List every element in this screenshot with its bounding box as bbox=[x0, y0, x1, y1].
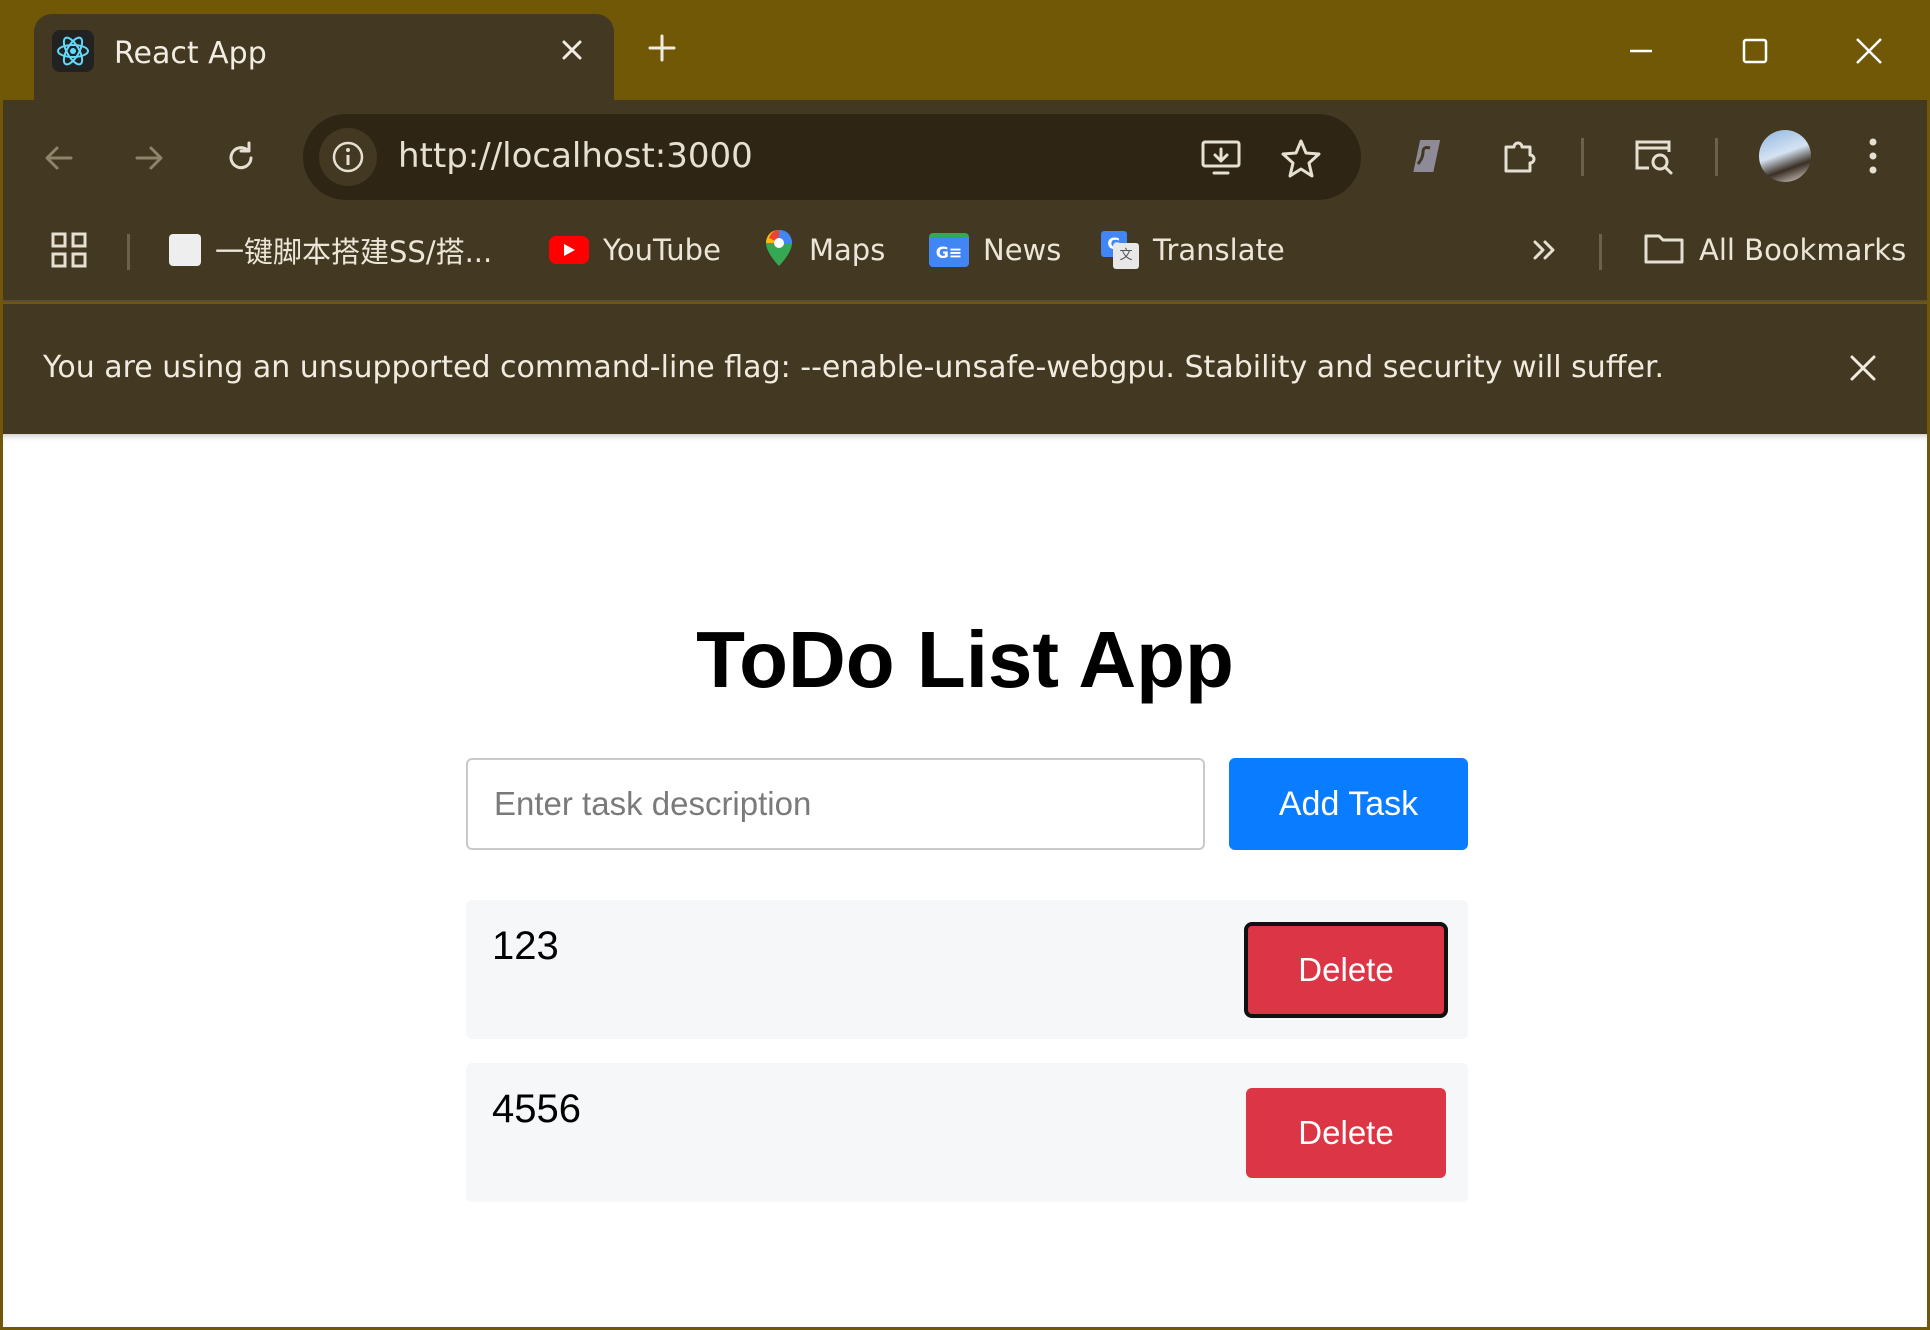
bookmarks-bar: 一键脚本搭建SS/搭... YouTube Maps G≡ News 文 Tra… bbox=[3, 220, 1927, 280]
bookmark-item-script[interactable]: 一键脚本搭建SS/搭... bbox=[169, 220, 492, 280]
youtube-icon bbox=[549, 236, 589, 264]
bookmark-label: Translate bbox=[1153, 233, 1285, 267]
bookmark-label: Maps bbox=[809, 233, 886, 267]
translate-icon: G 文 bbox=[1101, 231, 1139, 269]
url-text[interactable]: http://localhost:3000 bbox=[398, 136, 753, 176]
window-close-icon[interactable] bbox=[1844, 26, 1894, 76]
all-bookmarks[interactable]: All Bookmarks bbox=[1643, 220, 1906, 280]
news-icon: G≡ bbox=[929, 233, 969, 267]
task-text: 4556 bbox=[492, 1087, 581, 1131]
toolbar-divider bbox=[1715, 138, 1718, 176]
profile-avatar[interactable] bbox=[1759, 130, 1811, 182]
task-description-input[interactable] bbox=[466, 758, 1205, 850]
browser-window: React App http://localhost:3000 一键脚本搭建SS… bbox=[0, 0, 1930, 1330]
chevron-double-right-icon[interactable] bbox=[1529, 220, 1559, 280]
new-tab-plus-icon[interactable] bbox=[642, 28, 682, 68]
bookmarks-divider bbox=[127, 234, 130, 270]
bookmark-item-youtube[interactable]: YouTube bbox=[549, 220, 721, 280]
address-bar[interactable]: http://localhost:3000 bbox=[303, 114, 1361, 200]
task-text: 123 bbox=[492, 924, 559, 968]
folder-icon bbox=[1643, 230, 1685, 271]
title-bar: React App bbox=[0, 0, 1930, 102]
page-content: ToDo List App Add Task 123 Delete 4556 D… bbox=[3, 434, 1927, 1327]
bookmark-item-translate[interactable]: G 文 Translate bbox=[1101, 220, 1285, 280]
warning-infobar: You are using an unsupported command-lin… bbox=[3, 304, 1927, 434]
bookmark-label: YouTube bbox=[603, 233, 721, 267]
react-logo-icon bbox=[52, 30, 94, 72]
infobar-message: You are using an unsupported command-lin… bbox=[43, 350, 1665, 385]
extension-s-icon[interactable] bbox=[1397, 128, 1453, 184]
bookmark-item-news[interactable]: G≡ News bbox=[929, 220, 1061, 280]
script-icon bbox=[169, 234, 201, 266]
bookmark-label: News bbox=[983, 233, 1062, 267]
delete-task-button[interactable]: Delete bbox=[1246, 1088, 1446, 1178]
forward-arrow-icon[interactable] bbox=[121, 130, 177, 186]
minimize-icon[interactable] bbox=[1616, 26, 1666, 76]
infobar-close-icon[interactable] bbox=[1841, 346, 1885, 390]
tab-close-icon[interactable] bbox=[554, 32, 590, 68]
site-info-icon[interactable] bbox=[319, 128, 377, 186]
install-app-icon[interactable] bbox=[1197, 134, 1245, 182]
tab-title: React App bbox=[114, 36, 267, 71]
task-item: 4556 Delete bbox=[466, 1063, 1468, 1202]
toolbar-divider bbox=[1581, 138, 1584, 176]
bookmarks-divider bbox=[1599, 234, 1602, 270]
reload-icon[interactable] bbox=[213, 130, 269, 186]
maps-pin-icon bbox=[763, 228, 795, 273]
browser-toolbar: http://localhost:3000 一键脚本搭建SS/搭... YouT… bbox=[3, 100, 1927, 302]
browser-tab[interactable]: React App bbox=[34, 14, 614, 102]
tab-search-icon[interactable] bbox=[1625, 128, 1681, 184]
extensions-puzzle-icon[interactable] bbox=[1491, 128, 1547, 184]
page-title: ToDo List App bbox=[696, 615, 1234, 704]
apps-grid-icon[interactable] bbox=[49, 220, 89, 280]
task-item: 123 Delete bbox=[466, 900, 1468, 1039]
bookmark-star-icon[interactable] bbox=[1277, 134, 1325, 182]
bookmark-label: 一键脚本搭建SS/搭... bbox=[215, 235, 493, 269]
maximize-icon[interactable] bbox=[1730, 26, 1780, 76]
all-bookmarks-label: All Bookmarks bbox=[1699, 233, 1907, 267]
more-menu-icon[interactable] bbox=[1845, 128, 1901, 184]
add-task-button[interactable]: Add Task bbox=[1229, 758, 1468, 850]
bookmark-item-maps[interactable]: Maps bbox=[763, 220, 885, 280]
delete-task-button[interactable]: Delete bbox=[1244, 922, 1448, 1018]
back-arrow-icon[interactable] bbox=[31, 130, 87, 186]
